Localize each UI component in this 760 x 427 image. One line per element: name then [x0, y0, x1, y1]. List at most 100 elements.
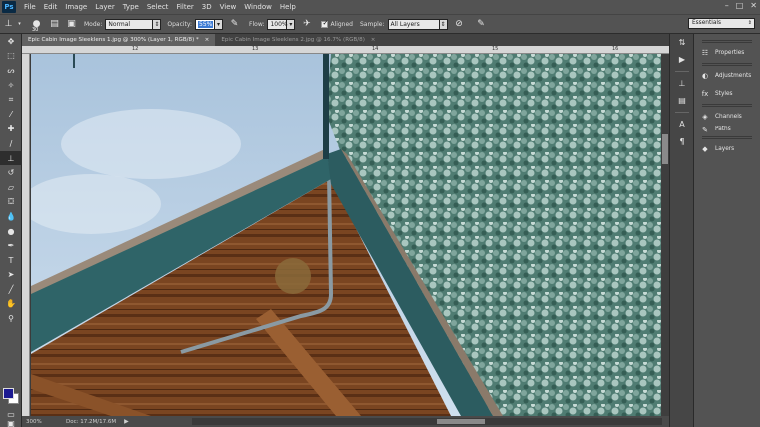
- dodge-tool-icon[interactable]: ●: [0, 224, 22, 239]
- panel-grip[interactable]: [702, 40, 752, 43]
- aligned-checkbox[interactable]: [321, 19, 329, 28]
- mode-label: Mode:: [84, 20, 103, 28]
- zoom-tool-icon[interactable]: ⚲: [0, 311, 22, 326]
- pressure-size-icon[interactable]: ✎: [476, 19, 487, 30]
- pen-tool-icon[interactable]: ✒: [0, 238, 22, 253]
- document-size: Doc: 17.2M/17.6M: [66, 418, 117, 425]
- pressure-opacity-icon[interactable]: ✎: [229, 19, 240, 30]
- spot-healing-tool-icon[interactable]: ✚: [0, 122, 22, 137]
- panel-paths[interactable]: ✎ Paths: [694, 126, 760, 135]
- airbrush-icon[interactable]: ✈: [301, 19, 312, 30]
- channels-icon: ◈: [702, 113, 708, 121]
- opacity-input[interactable]: 55%: [195, 18, 216, 30]
- move-tool-icon[interactable]: ✥: [0, 34, 22, 49]
- menu-image[interactable]: Image: [61, 3, 91, 11]
- options-bar: ⊥ ▾ ● 30 ▤ ▣ Mode: Normal ⇕ Opacity: 55% ▾ …: [0, 14, 760, 34]
- paint-bucket-tool-icon[interactable]: ⛋: [0, 195, 22, 210]
- menu-select[interactable]: Select: [143, 3, 173, 11]
- ruler-number: 15: [492, 46, 499, 52]
- maximize-button[interactable]: □: [736, 1, 744, 10]
- tools-panel: ✥ ⬚ ᔕ ✧ ⌗ ⁄ ✚ ∕ ⊥ ↺ ▱ ⛋ 💧 ● ✒ T ➤ ╱ ✋ ⚲ …: [0, 34, 22, 427]
- hand-tool-icon[interactable]: ✋: [0, 297, 22, 312]
- flow-dropdown-arrow-icon[interactable]: ▾: [287, 18, 296, 30]
- menu-edit[interactable]: Edit: [40, 3, 62, 11]
- menu-file[interactable]: File: [20, 3, 40, 11]
- screen-mode-icon[interactable]: ▣: [0, 419, 22, 427]
- opacity-dropdown-arrow-icon[interactable]: ▾: [215, 18, 224, 30]
- document-canvas[interactable]: [31, 54, 661, 416]
- blur-tool-icon[interactable]: 💧: [0, 209, 22, 224]
- panel-adjustments[interactable]: ◐ Adjustments: [694, 67, 760, 85]
- panel-grip[interactable]: [702, 136, 752, 139]
- chevron-down-icon[interactable]: ▾: [14, 19, 25, 30]
- divider: [674, 71, 689, 72]
- menu-type[interactable]: Type: [119, 3, 143, 11]
- menu-help[interactable]: Help: [276, 3, 300, 11]
- crop-tool-icon[interactable]: ⌗: [0, 92, 22, 107]
- panel-layers[interactable]: ◆ Layers: [694, 140, 760, 158]
- brush-panel-icon[interactable]: ▤: [670, 92, 694, 109]
- status-bar: 300% Doc: 17.2M/17.6M ▶: [22, 416, 669, 427]
- paragraph-panel-icon[interactable]: ¶: [670, 133, 694, 150]
- path-selection-tool-icon[interactable]: ➤: [0, 268, 22, 283]
- vertical-scroll-thumb[interactable]: [662, 134, 668, 164]
- styles-icon: fx: [701, 90, 709, 98]
- line-tool-icon[interactable]: ╱: [0, 282, 22, 297]
- zoom-level[interactable]: 300%: [22, 419, 48, 425]
- ruler-number: 14: [372, 46, 379, 52]
- panel-styles[interactable]: fx Styles: [694, 85, 760, 103]
- sample-dropdown-arrow-icon[interactable]: ⇕: [439, 18, 448, 30]
- tab-document-2[interactable]: Epic Cabin Image Sleeklens 2.jpg @ 16.7%…: [215, 34, 381, 46]
- foreground-color-swatch[interactable]: [3, 388, 14, 399]
- chevron-down-icon: ⇕: [747, 20, 752, 26]
- panel-label: Channels: [715, 114, 742, 120]
- ruler-number: 12: [132, 46, 139, 52]
- mode-dropdown-arrow-icon[interactable]: ⇕: [153, 18, 162, 30]
- panel-grip[interactable]: [702, 104, 752, 107]
- clone-stamp-tool-icon[interactable]: ⊥: [0, 150, 22, 166]
- marquee-tool-icon[interactable]: ⬚: [0, 49, 22, 64]
- sample-select[interactable]: All Layers: [387, 18, 440, 30]
- clone-source-icon[interactable]: ⊥: [670, 75, 694, 92]
- panel-grip[interactable]: [702, 63, 752, 66]
- close-icon[interactable]: ×: [371, 37, 376, 43]
- panel-label: Styles: [715, 91, 733, 97]
- history-panel-icon[interactable]: ⇅: [670, 34, 694, 51]
- type-tool-icon[interactable]: T: [0, 253, 22, 268]
- panel-label: Adjustments: [715, 73, 752, 79]
- tab-document-1[interactable]: Epic Cabin Image Sleeklens 1.jpg @ 300% …: [22, 34, 216, 46]
- close-window-button[interactable]: ✕: [750, 1, 757, 10]
- lasso-tool-icon[interactable]: ᔕ: [0, 63, 22, 78]
- vertical-scrollbar[interactable]: [661, 54, 669, 416]
- mode-select[interactable]: Normal: [105, 18, 154, 30]
- quick-selection-tool-icon[interactable]: ✧: [0, 78, 22, 93]
- minimize-button[interactable]: –: [725, 1, 729, 10]
- brush-tool-icon[interactable]: ∕: [0, 136, 22, 151]
- menu-3d[interactable]: 3D: [198, 3, 216, 11]
- clone-stamp-preset-icon[interactable]: ⊥: [3, 19, 14, 30]
- panel-channels[interactable]: ◈ Channels: [694, 108, 760, 126]
- close-icon[interactable]: ×: [205, 37, 210, 43]
- horizontal-scroll-thumb[interactable]: [437, 419, 485, 424]
- brush-panel-toggle-icon[interactable]: ▤: [49, 19, 60, 30]
- status-menu-arrow-icon[interactable]: ▶: [124, 418, 129, 425]
- clone-source-panel-icon[interactable]: ▣: [66, 19, 77, 30]
- panel-properties[interactable]: ☷ Properties: [694, 44, 760, 62]
- history-brush-tool-icon[interactable]: ↺: [0, 165, 22, 180]
- ignore-adjustment-layers-icon[interactable]: ⊘: [454, 19, 465, 30]
- horizontal-scrollbar[interactable]: [192, 418, 662, 425]
- window-controls: – □ ✕: [725, 1, 757, 10]
- eraser-tool-icon[interactable]: ▱: [0, 180, 22, 195]
- workspace-switcher[interactable]: Essentials ⇕: [688, 18, 755, 29]
- brush-preset-picker-icon[interactable]: ● 30: [31, 19, 42, 33]
- menu-layer[interactable]: Layer: [91, 3, 119, 11]
- eyedropper-tool-icon[interactable]: ⁄: [0, 107, 22, 122]
- menu-filter[interactable]: Filter: [172, 3, 197, 11]
- panel-icon-strip: ⇅ ▶ ⊥ ▤ A ¶: [669, 34, 693, 427]
- actions-panel-icon[interactable]: ▶: [670, 51, 694, 68]
- character-panel-icon[interactable]: A: [670, 116, 694, 133]
- menu-view[interactable]: View: [216, 3, 241, 11]
- menu-window[interactable]: Window: [240, 3, 276, 11]
- document-tabs: Epic Cabin Image Sleeklens 1.jpg @ 300% …: [22, 34, 669, 46]
- flow-input[interactable]: 100%: [267, 18, 288, 30]
